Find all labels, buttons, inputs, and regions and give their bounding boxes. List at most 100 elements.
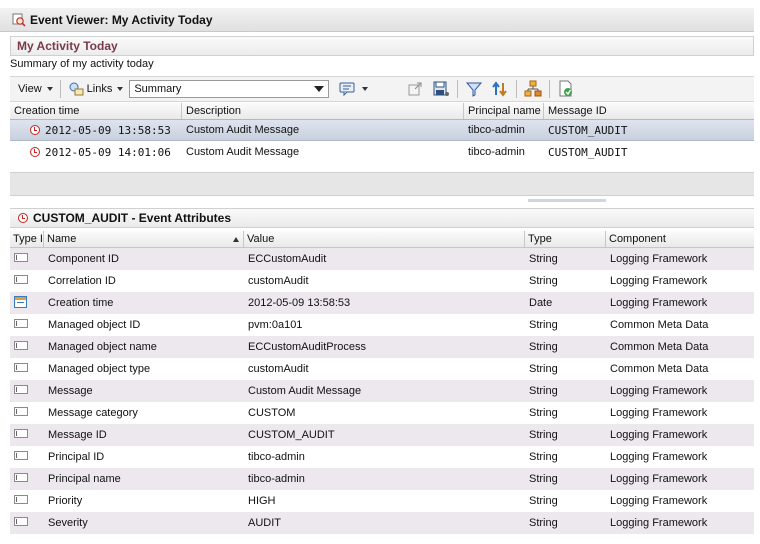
links-menu-button[interactable]: Links: [64, 79, 128, 99]
horizontal-scrollbar[interactable]: [528, 199, 606, 202]
toolbar: View Links Summary: [10, 76, 754, 102]
text-field-icon: [14, 429, 28, 438]
text-field-icon: [14, 363, 28, 372]
view-select[interactable]: Summary: [129, 80, 330, 98]
calendar-icon: [14, 295, 27, 308]
attribute-component: Logging Framework: [610, 517, 708, 529]
attribute-type-icon-cell: [10, 275, 44, 287]
event-description: Custom Audit Message: [186, 146, 300, 158]
attribute-component: Common Meta Data: [610, 363, 709, 375]
attribute-name: Component ID: [48, 253, 119, 265]
attributes-title: CUSTOM_AUDIT - Event Attributes: [33, 211, 232, 225]
attribute-value: CUSTOM: [248, 407, 296, 419]
attribute-component: Logging Framework: [610, 473, 708, 485]
attribute-type: Date: [529, 297, 553, 309]
column-header-principal-name[interactable]: Principal name: [464, 103, 544, 119]
attribute-name: Managed object ID: [48, 319, 141, 331]
toolbar-divider: [457, 80, 459, 98]
attribute-row[interactable]: Message Custom Audit Message String Logging…: [10, 380, 754, 402]
column-header-type-icon[interactable]: Type I: [10, 231, 44, 247]
attribute-type-icon-cell: [10, 517, 44, 529]
attribute-name: Priority: [48, 495, 83, 507]
chevron-down-icon: [46, 87, 53, 91]
attribute-row[interactable]: Principal name tibco-admin String Logging F…: [10, 468, 754, 490]
text-field-icon: [14, 473, 28, 482]
column-header-name[interactable]: Name: [44, 231, 244, 247]
column-header-description[interactable]: Description: [182, 103, 464, 119]
clock-icon: [30, 124, 40, 135]
text-field-icon: [14, 253, 28, 262]
sort-ascending-icon: [233, 236, 239, 242]
links-menu-label: Links: [86, 83, 113, 95]
attribute-value: ECCustomAudit: [248, 253, 327, 265]
event-row[interactable]: 2012-05-09 14:01:06 Custom Audit Message…: [10, 141, 754, 163]
attribute-name: Managed object type: [48, 363, 151, 375]
attribute-value: customAudit: [248, 363, 309, 375]
attribute-type-icon-cell: [10, 319, 44, 331]
event-time: 2012-05-09 14:01:06: [45, 145, 171, 159]
attribute-component: Logging Framework: [610, 275, 708, 287]
event-message-id: CUSTOM_AUDIT: [548, 145, 628, 159]
attribute-row[interactable]: Principal ID tibco-admin String Logging Fra…: [10, 446, 754, 468]
export-icon[interactable]: [406, 80, 424, 98]
attribute-type-icon-cell: [10, 429, 44, 441]
attribute-name: Correlation ID: [48, 275, 116, 287]
attribute-row[interactable]: Managed object type customAudit String Comm…: [10, 358, 754, 380]
text-field-icon: [14, 495, 28, 504]
attribute-row[interactable]: Component ID ECCustomAudit String Logging F…: [10, 248, 754, 270]
attribute-row[interactable]: Managed object ID pvm:0a101 String Common M…: [10, 314, 754, 336]
sort-icon[interactable]: [491, 80, 509, 98]
column-header-creation-time[interactable]: Creation time: [10, 103, 182, 119]
attribute-row[interactable]: Creation time 2012-05-09 13:58:53 Date Logg…: [10, 292, 754, 314]
attribute-type-icon-cell: [10, 295, 44, 311]
hierarchy-icon[interactable]: [524, 80, 542, 98]
chevron-down-icon: [362, 87, 369, 91]
attribute-row[interactable]: Correlation ID customAudit String Logging F…: [10, 270, 754, 292]
attribute-row[interactable]: Severity AUDIT String Logging Framework: [10, 512, 754, 534]
comment-menu-button[interactable]: [335, 79, 372, 99]
event-principal: tibco-admin: [468, 124, 525, 136]
attribute-type: String: [529, 429, 558, 441]
text-field-icon: [14, 517, 28, 526]
column-header-message-id[interactable]: Message ID: [544, 103, 754, 119]
attribute-type: String: [529, 341, 558, 353]
attributes-grid-header: Type I Name Value Type Component: [10, 231, 754, 248]
attribute-type: String: [529, 517, 558, 529]
events-grid-header: Creation time Description Principal name…: [10, 103, 754, 120]
attribute-row[interactable]: Message ID CUSTOM_AUDIT String Logging Fram…: [10, 424, 754, 446]
attribute-row[interactable]: Priority HIGH String Logging Framework: [10, 490, 754, 512]
view-menu-button[interactable]: View: [14, 79, 57, 99]
attribute-row[interactable]: Managed object name ECCustomAuditProcess S…: [10, 336, 754, 358]
panel-title: My Activity Today: [17, 39, 118, 53]
attribute-row[interactable]: Message category CUSTOM String Logging Fram…: [10, 402, 754, 424]
attribute-value: ECCustomAuditProcess: [248, 341, 366, 353]
attribute-type: String: [529, 407, 558, 419]
refresh-document-icon[interactable]: [557, 80, 575, 98]
attribute-type-icon-cell: [10, 341, 44, 353]
column-header-type[interactable]: Type: [525, 231, 606, 247]
attribute-name: Creation time: [48, 297, 114, 309]
attributes-section-header: CUSTOM_AUDIT - Event Attributes: [10, 208, 754, 228]
save-icon[interactable]: [432, 80, 450, 98]
filter-icon[interactable]: [465, 80, 483, 98]
view-select-value: Summary: [134, 83, 182, 95]
attribute-component: Logging Framework: [610, 253, 708, 265]
column-header-name-label: Name: [47, 233, 77, 245]
attribute-name: Message: [48, 385, 93, 397]
attribute-component: Logging Framework: [610, 385, 708, 397]
attribute-name: Severity: [48, 517, 88, 529]
toolbar-divider: [59, 80, 61, 98]
attribute-value: Custom Audit Message: [248, 385, 362, 397]
attribute-value: tibco-admin: [248, 473, 305, 485]
column-header-component[interactable]: Component: [606, 231, 754, 247]
attribute-value: HIGH: [248, 495, 276, 507]
event-row[interactable]: 2012-05-09 13:58:53 Custom Audit Message…: [10, 119, 754, 141]
column-header-value[interactable]: Value: [244, 231, 525, 247]
attribute-name: Managed object name: [48, 341, 157, 353]
window-title-bar: Event Viewer: My Activity Today: [0, 8, 754, 32]
text-field-icon: [14, 341, 28, 350]
text-field-icon: [14, 275, 28, 284]
attribute-component: Logging Framework: [610, 297, 708, 309]
attribute-value: customAudit: [248, 275, 309, 287]
attribute-name: Message category: [48, 407, 138, 419]
